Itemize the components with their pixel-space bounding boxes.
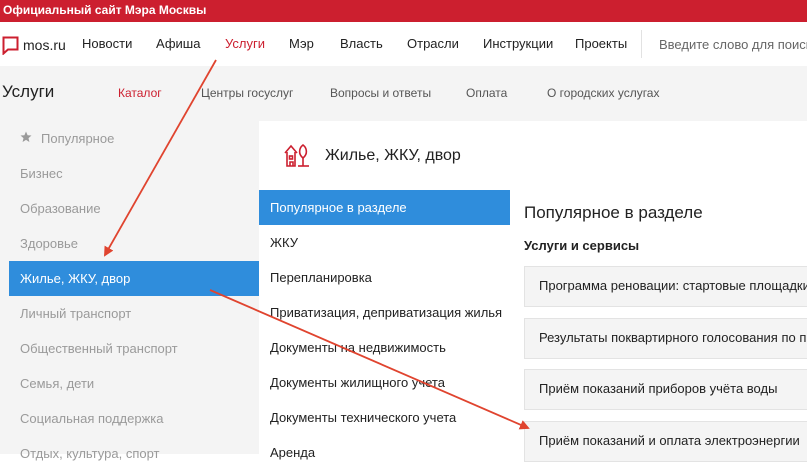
main-navbar: mos.ru Новости Афиша Услуги Мэр Власть О… — [0, 22, 807, 67]
category-family[interactable]: Семья, дети — [9, 366, 259, 401]
tab-catalog[interactable]: Каталог — [118, 86, 162, 100]
nav-sectors[interactable]: Отрасли — [407, 36, 459, 51]
logo-text: mos.ru — [23, 37, 66, 53]
speech-bubble-logo-icon — [2, 36, 19, 55]
nav-instructions[interactable]: Инструкции — [483, 36, 553, 51]
nav-government[interactable]: Власть — [340, 36, 383, 51]
subsection-label: Перепланировка — [270, 270, 372, 285]
nav-afisha[interactable]: Афиша — [156, 36, 200, 51]
star-icon — [20, 131, 32, 142]
content-panel: Популярное в разделе Услуги и сервисы Пр… — [510, 190, 807, 462]
subsection-label: Аренда — [270, 445, 316, 460]
nav-projects[interactable]: Проекты — [575, 36, 627, 51]
service-card[interactable]: Приём показаний приборов учёта воды — [524, 369, 807, 410]
tab-payment[interactable]: Оплата — [466, 86, 507, 100]
page-title: Услуги — [2, 82, 55, 101]
content-subtitle: Услуги и сервисы — [524, 238, 640, 253]
category-label: Популярное — [41, 131, 115, 146]
service-card[interactable]: Приём показаний и оплата электроэнергии — [524, 421, 807, 462]
house-tree-icon — [284, 143, 309, 167]
subsection-label: Документы жилищного учета — [270, 375, 445, 390]
category-public-transport[interactable]: Общественный транспорт — [9, 331, 259, 366]
nav-news[interactable]: Новости — [82, 36, 132, 51]
category-label: Жилье, ЖКУ, двор — [20, 271, 131, 286]
subsection-technical-registration[interactable]: Документы технического учета — [259, 400, 510, 435]
subsection-label: Популярное в разделе — [270, 200, 407, 215]
subsection-rent[interactable]: Аренда — [259, 435, 510, 470]
subsection-label: Документы технического учета — [270, 410, 457, 425]
service-card-label: Результаты поквартирного голосования по … — [539, 330, 807, 345]
service-card-label: Приём показаний приборов учёта воды — [539, 381, 778, 396]
category-popular[interactable]: Популярное — [9, 121, 259, 156]
category-education[interactable]: Образование — [9, 191, 259, 226]
subsection-label: ЖКУ — [270, 235, 298, 250]
content-title: Популярное в разделе — [524, 203, 703, 222]
category-business[interactable]: Бизнес — [9, 156, 259, 191]
category-label: Личный транспорт — [20, 306, 132, 321]
service-card[interactable]: Результаты поквартирного голосования по … — [524, 318, 807, 359]
subsection-menu: Популярное в разделе ЖКУ Перепланировка … — [259, 190, 511, 460]
category-housing[interactable]: Жилье, ЖКУ, двор — [9, 261, 259, 296]
subsection-label: Приватизация, деприватизация жилья — [270, 305, 503, 320]
category-label: Общественный транспорт — [20, 341, 178, 356]
search-input[interactable]: Введите слово для поиска — [641, 30, 807, 58]
subsection-zhku[interactable]: ЖКУ — [259, 225, 510, 260]
subsection-privatization[interactable]: Приватизация, деприватизация жилья — [259, 295, 510, 330]
category-label: Бизнес — [20, 166, 63, 181]
subsection-housing-registration[interactable]: Документы жилищного учета — [259, 365, 510, 400]
nav-mayor[interactable]: Мэр — [289, 36, 314, 51]
services-subnav: Услуги Каталог Центры госуслуг Вопросы и… — [0, 66, 807, 121]
mos-ru-logo[interactable]: mos.ru — [2, 33, 66, 57]
section-header: Жилье, ЖКУ, двор — [259, 121, 807, 191]
category-personal-transport[interactable]: Личный транспорт — [9, 296, 259, 331]
category-health[interactable]: Здоровье — [9, 226, 259, 261]
category-label: Социальная поддержка — [20, 411, 164, 426]
tab-service-centers[interactable]: Центры госуслуг — [201, 86, 293, 100]
service-card-label: Приём показаний и оплата электроэнергии — [539, 433, 800, 448]
section-title: Жилье, ЖКУ, двор — [325, 147, 461, 164]
top-banner: Официальный сайт Мэра Москвы — [0, 0, 807, 22]
category-label: Образование — [20, 201, 101, 216]
category-label: Семья, дети — [20, 376, 95, 391]
subsection-label: Документы на недвижимость — [270, 340, 446, 355]
category-social-support[interactable]: Социальная поддержка — [9, 401, 259, 436]
category-sidebar: Популярное Бизнес Образование Здоровье Ж… — [0, 121, 259, 461]
search-placeholder: Введите слово для поиска — [659, 37, 807, 52]
service-card-label: Программа реновации: стартовые площадки — [539, 278, 807, 293]
category-label: Здоровье — [20, 236, 79, 251]
subsection-property-documents[interactable]: Документы на недвижимость — [259, 330, 510, 365]
subsection-popular[interactable]: Популярное в разделе — [259, 190, 510, 225]
nav-services[interactable]: Услуги — [225, 36, 265, 51]
tab-about-services[interactable]: О городских услугах — [547, 86, 659, 100]
service-card[interactable]: Программа реновации: стартовые площадки — [524, 266, 807, 307]
tab-faq[interactable]: Вопросы и ответы — [330, 86, 431, 100]
site-tagline: Официальный сайт Мэра Москвы — [3, 3, 207, 17]
subsection-replanning[interactable]: Перепланировка — [259, 260, 510, 295]
